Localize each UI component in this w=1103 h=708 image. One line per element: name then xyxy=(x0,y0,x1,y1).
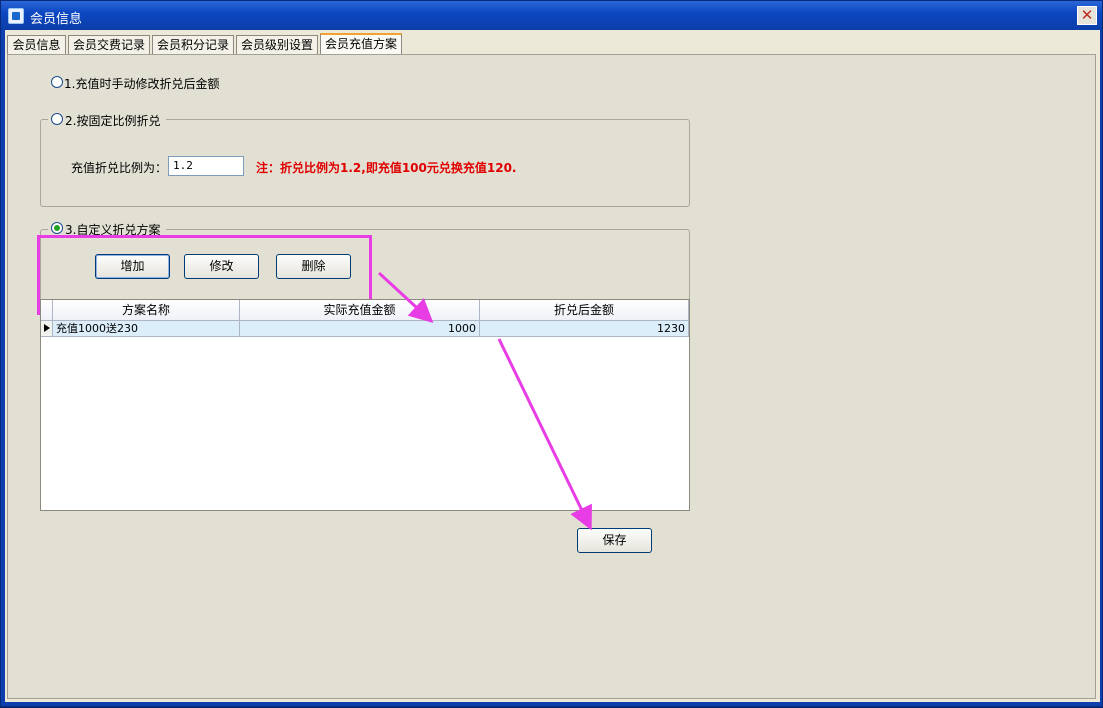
custom-plan-legend: 3.自定义折兑方案 xyxy=(48,220,166,237)
radio-manual-modify-label: 1.充值时手动修改折兑后金额 xyxy=(64,77,220,91)
radio-fixed-ratio-label: 2.按固定比例折兑 xyxy=(65,114,161,128)
radio-manual-modify[interactable] xyxy=(51,76,63,88)
grid-cell-converted-amount[interactable]: 1230 xyxy=(480,321,689,337)
grid-corner-header xyxy=(41,300,53,321)
main-window: 会员信息 ✕ 会员信息 会员交费记录 会员积分记录 会员级别设置 会员充值方案 … xyxy=(0,0,1103,707)
window-title: 会员信息 xyxy=(30,12,83,27)
tab-member-info[interactable]: 会员信息 xyxy=(7,35,66,54)
ratio-input[interactable]: 1.2 xyxy=(168,156,244,176)
grid-cell-plan-name[interactable]: 充值1000送230 xyxy=(53,321,240,337)
row-indicator-icon[interactable] xyxy=(41,321,53,337)
tab-level-settings[interactable]: 会员级别设置 xyxy=(236,35,318,54)
title-bar[interactable]: 会员信息 ✕ xyxy=(1,1,1102,30)
close-button[interactable]: ✕ xyxy=(1077,6,1097,25)
radio-fixed-ratio[interactable] xyxy=(51,113,63,125)
grid-header-converted-amount[interactable]: 折兑后金额 xyxy=(480,300,689,321)
client-area: 会员信息 会员交费记录 会员积分记录 会员级别设置 会员充值方案 1.充值时手动… xyxy=(5,30,1100,702)
grid-header-actual-amount[interactable]: 实际充值金额 xyxy=(240,300,480,321)
tab-payment-records[interactable]: 会员交费记录 xyxy=(68,35,150,54)
ratio-label: 充值折兑比例为： xyxy=(71,161,168,175)
plan-grid[interactable]: 方案名称 实际充值金额 折兑后金额 充值1000送230 1000 1230 xyxy=(40,299,690,511)
tab-points-records[interactable]: 会员积分记录 xyxy=(152,35,234,54)
save-button[interactable]: 保存 xyxy=(577,528,652,553)
recharge-plan-panel: 1.充值时手动修改折兑后金额 2.按固定比例折兑 充值折兑比例为： 1.2 注：… xyxy=(7,54,1096,699)
grid-cell-actual-amount[interactable]: 1000 xyxy=(240,321,480,337)
fixed-ratio-legend: 2.按固定比例折兑 xyxy=(48,111,166,128)
grid-header-plan-name[interactable]: 方案名称 xyxy=(53,300,240,321)
ratio-note: 注：折兑比例为1.2,即充值100元兑换充值120. xyxy=(256,161,517,175)
radio-custom-plan[interactable] xyxy=(51,222,63,234)
tab-recharge-plans[interactable]: 会员充值方案 xyxy=(320,33,402,55)
close-icon: ✕ xyxy=(1080,6,1094,24)
app-icon xyxy=(8,8,24,24)
